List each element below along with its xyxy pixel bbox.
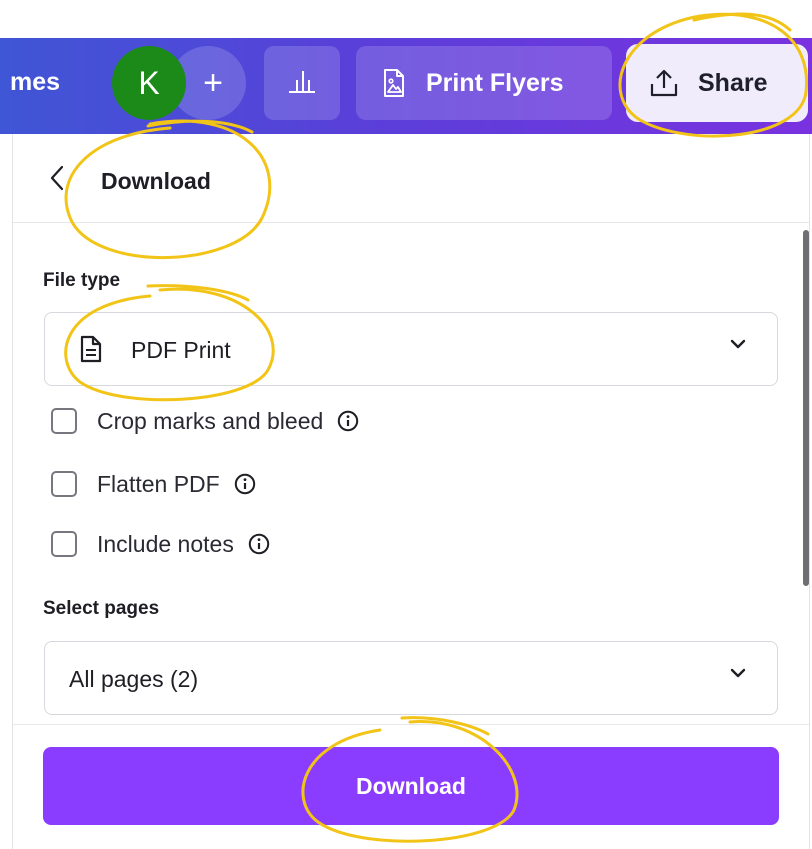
option-crop-marks[interactable]: Crop marks and bleed [51, 404, 359, 438]
editor-top-bar: mes + K Print Flyers Share [0, 38, 812, 134]
info-icon[interactable] [248, 533, 270, 555]
chevron-down-icon [729, 338, 747, 350]
footer-divider [13, 724, 809, 725]
download-button[interactable]: Download [43, 747, 779, 825]
option-include-notes[interactable]: Include notes [51, 527, 270, 561]
flatten-pdf-label: Flatten PDF [97, 470, 220, 497]
panel-title: Download [101, 168, 211, 194]
flatten-pdf-checkbox[interactable] [51, 471, 77, 497]
include-notes-label: Include notes [97, 530, 234, 557]
file-type-value: PDF Print [131, 337, 231, 363]
panel-scrollbar[interactable] [803, 230, 809, 586]
download-button-label: Download [356, 772, 466, 799]
crop-marks-checkbox[interactable] [51, 408, 77, 434]
option-flatten-pdf[interactable]: Flatten PDF [51, 467, 256, 501]
avatar-initial: K [138, 64, 160, 101]
share-button[interactable]: Share [626, 44, 808, 122]
file-type-label: File type [43, 270, 121, 291]
crop-marks-label: Crop marks and bleed [97, 407, 324, 434]
upload-share-icon [648, 68, 680, 98]
insights-button[interactable] [264, 46, 340, 120]
document-icon [80, 335, 102, 363]
canva-download-screen: mes + K Print Flyers Share Download File… [0, 0, 812, 849]
panel-header: Download [13, 134, 809, 223]
chevron-left-icon [50, 165, 64, 196]
plus-icon: + [203, 63, 223, 102]
back-button[interactable] [45, 165, 69, 196]
user-avatar[interactable]: K [112, 46, 186, 120]
select-pages-select[interactable]: All pages (2) [44, 641, 778, 715]
include-notes-checkbox[interactable] [51, 531, 77, 557]
print-flyers-button[interactable]: Print Flyers [356, 46, 612, 120]
chevron-down-icon [729, 667, 747, 679]
print-flyers-label: Print Flyers [426, 68, 564, 97]
bar-chart-icon [287, 68, 317, 99]
select-pages-value: All pages (2) [69, 666, 199, 692]
info-icon[interactable] [234, 473, 256, 495]
share-label: Share [698, 68, 768, 97]
templates-tab-fragment[interactable]: mes [10, 68, 60, 97]
download-panel: Download File type PDF Print Crop marks … [12, 134, 810, 849]
image-file-icon [382, 68, 406, 98]
info-icon[interactable] [337, 410, 359, 432]
file-type-select[interactable]: PDF Print [44, 312, 778, 386]
select-pages-label: Select pages [43, 598, 160, 619]
